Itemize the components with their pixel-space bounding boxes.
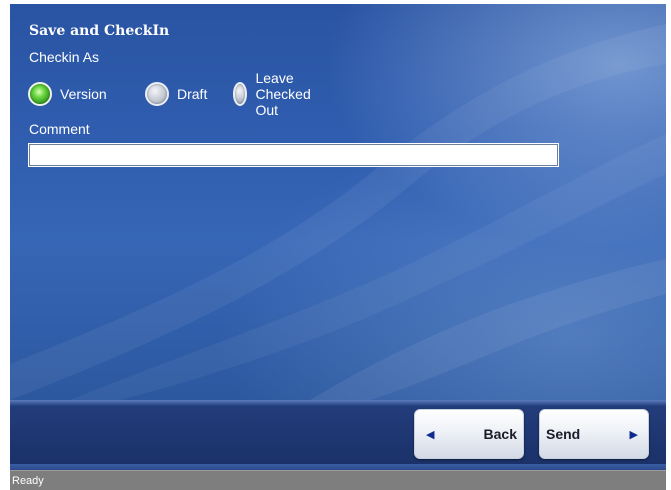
checkin-as-label: Checkin As xyxy=(29,49,100,65)
radio-unselected-icon xyxy=(233,82,248,106)
version-radio[interactable]: Version xyxy=(28,80,107,108)
background-swoosh xyxy=(10,24,666,400)
draft-radio[interactable]: Draft xyxy=(145,80,207,108)
radio-unselected-icon xyxy=(145,82,169,106)
send-button[interactable]: Send ▶ xyxy=(539,409,649,459)
send-button-label: Send xyxy=(546,426,581,442)
save-checkin-window: Save and CheckIn Checkin As Version Draf… xyxy=(10,4,666,490)
status-bar: Ready xyxy=(10,470,666,490)
radio-selected-icon xyxy=(28,82,52,106)
leave-checked-out-radio-label: Leave Checked Out xyxy=(255,70,311,118)
navigation-bar: ◀ Back Send ▶ xyxy=(10,406,666,464)
comment-input[interactable] xyxy=(28,143,559,167)
back-button[interactable]: ◀ Back xyxy=(414,409,524,459)
leave-checked-out-radio[interactable]: Leave Checked Out xyxy=(233,70,320,118)
left-triangle-icon: ◀ xyxy=(426,427,435,441)
dialog-title: Save and CheckIn xyxy=(29,23,170,39)
version-radio-label: Version xyxy=(60,86,107,102)
back-button-label: Back xyxy=(483,426,517,442)
main-panel: Save and CheckIn Checkin As Version Draf… xyxy=(10,4,666,400)
draft-radio-label: Draft xyxy=(177,86,208,102)
right-triangle-icon: ▶ xyxy=(629,427,638,441)
comment-label: Comment xyxy=(29,121,90,137)
status-text: Ready xyxy=(12,475,44,487)
